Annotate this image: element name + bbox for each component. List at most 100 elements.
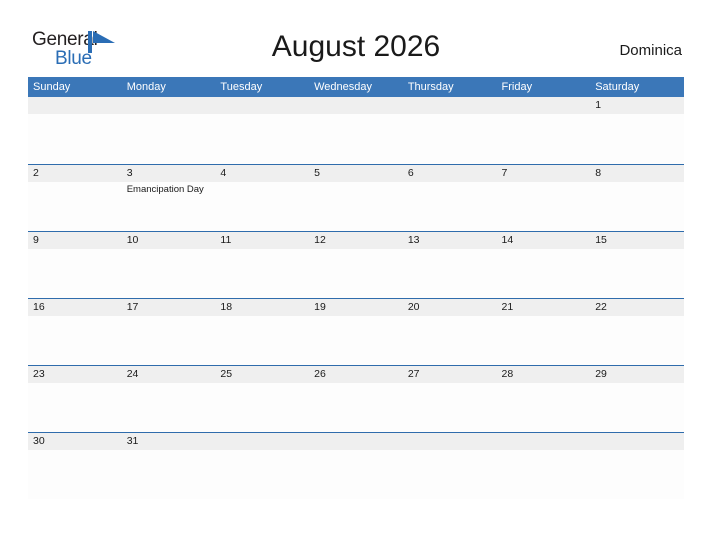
day-cell-19[interactable]: 19 — [309, 299, 403, 364]
day-number — [408, 433, 497, 450]
day-number — [220, 97, 309, 114]
day-number — [314, 433, 403, 450]
day-number — [220, 433, 309, 450]
day-cell-11[interactable]: 11 — [215, 232, 309, 297]
day-number: 21 — [501, 301, 514, 313]
weekday-header-thursday: Thursday — [407, 81, 454, 93]
day-number: 12 — [314, 234, 326, 246]
day-number: 1 — [595, 99, 602, 111]
day-cell-12[interactable]: 12 — [309, 232, 403, 297]
day-cell-empty — [403, 433, 497, 498]
day-number: 24 — [126, 368, 139, 380]
week-day-cells: 2 3 Emancipation Day 4 5 6 7 8 — [28, 165, 684, 230]
day-cell-29[interactable]: 29 — [590, 366, 684, 431]
day-cell-empty — [309, 433, 403, 498]
day-cell-25[interactable]: 25 — [215, 366, 309, 431]
page-header: General Blue August 2026 Dominica — [0, 0, 712, 76]
day-cell-14[interactable]: 14 — [497, 232, 591, 297]
day-number: 29 — [595, 368, 607, 380]
day-number: 16 — [33, 301, 45, 313]
week-day-cells: 23 24 25 26 27 28 29 — [28, 366, 684, 431]
day-number: 17 — [126, 301, 139, 313]
weekday-header-wednesday: Wednesday — [314, 81, 372, 93]
day-cell-26[interactable]: 26 — [309, 366, 403, 431]
week-day-cells: 30 31 — [28, 433, 684, 498]
day-number — [314, 97, 403, 114]
week-day-cells: 1 — [28, 97, 684, 162]
weekday-header-sunday: Sunday — [33, 81, 71, 93]
weekday-header-row: Sunday Monday Tuesday Wednesday Thursday… — [28, 77, 684, 97]
day-number: 6 — [407, 167, 414, 179]
day-cell-10[interactable]: 10 — [122, 232, 216, 297]
day-cell-27[interactable]: 27 — [403, 366, 497, 431]
day-cell-22[interactable]: 22 — [590, 299, 684, 364]
day-cell-18[interactable]: 18 — [215, 299, 309, 364]
calendar-weeks: 1 2 3 Emancipation Day 4 5 6 7 8 9 10 11 12 13 14 15 16 1… — [28, 97, 684, 499]
day-number: 20 — [407, 301, 420, 313]
day-cell-7[interactable]: 7 — [497, 165, 591, 230]
day-cell-9[interactable]: 9 — [28, 232, 122, 297]
day-number: 22 — [595, 301, 607, 313]
day-cell-empty — [215, 97, 309, 162]
day-cell-23[interactable]: 23 — [28, 366, 122, 431]
day-number: 19 — [314, 301, 326, 313]
day-cell-30[interactable]: 30 — [28, 433, 122, 498]
calendar-week-row: 23 24 25 26 27 28 29 — [28, 365, 684, 432]
day-cell-17[interactable]: 17 — [122, 299, 216, 364]
day-number: 3 — [126, 167, 133, 179]
day-cell-16[interactable]: 16 — [28, 299, 122, 364]
day-number: 28 — [501, 368, 514, 380]
day-cell-4[interactable]: 4 — [215, 165, 309, 230]
day-number: 14 — [501, 234, 514, 246]
weekday-header-monday: Monday — [126, 81, 166, 93]
week-day-cells: 16 17 18 19 20 21 22 — [28, 299, 684, 364]
day-number: 31 — [126, 435, 139, 447]
weekday-header-tuesday: Tuesday — [220, 81, 263, 93]
day-cell-empty — [590, 433, 684, 498]
day-number — [502, 97, 591, 114]
holiday-label: Emancipation Day — [126, 184, 204, 195]
day-cell-20[interactable]: 20 — [403, 299, 497, 364]
weekday-header-saturday: Saturday — [595, 81, 640, 93]
day-number: 10 — [126, 234, 139, 246]
day-cell-empty — [497, 433, 591, 498]
day-cell-3[interactable]: 3 Emancipation Day — [122, 165, 216, 230]
day-cell-5[interactable]: 5 — [309, 165, 403, 230]
calendar-week-row: 1 — [28, 97, 684, 164]
day-cell-28[interactable]: 28 — [497, 366, 591, 431]
day-number: 11 — [220, 234, 232, 246]
day-number: 25 — [220, 368, 233, 380]
day-number: 2 — [33, 167, 39, 179]
day-cell-empty — [309, 97, 403, 162]
day-number — [127, 97, 216, 114]
day-number: 26 — [314, 368, 326, 380]
day-cell-13[interactable]: 13 — [403, 232, 497, 297]
day-cell-empty — [122, 97, 216, 162]
day-cell-empty — [215, 433, 309, 498]
day-number: 9 — [33, 234, 39, 246]
day-cell-31[interactable]: 31 — [122, 433, 216, 498]
page-title: August 2026 — [271, 30, 441, 63]
day-number — [408, 97, 497, 114]
day-number: 13 — [407, 234, 420, 246]
day-number: 7 — [501, 167, 508, 179]
day-cell-1[interactable]: 1 — [590, 97, 684, 162]
day-cell-2[interactable]: 2 — [28, 165, 122, 230]
calendar-week-row: 9 10 11 12 13 14 15 — [28, 231, 684, 298]
country-label: Dominica — [619, 42, 682, 59]
day-cell-24[interactable]: 24 — [122, 366, 216, 431]
day-cell-empty — [28, 97, 122, 162]
day-number: 4 — [220, 167, 227, 179]
day-cell-15[interactable]: 15 — [590, 232, 684, 297]
day-cell-empty — [403, 97, 497, 162]
day-number — [595, 433, 684, 450]
day-cell-21[interactable]: 21 — [497, 299, 591, 364]
day-cell-6[interactable]: 6 — [403, 165, 497, 230]
day-cell-8[interactable]: 8 — [590, 165, 684, 230]
day-number: 18 — [220, 301, 233, 313]
day-number: 30 — [33, 435, 45, 447]
weekday-header-friday: Friday — [501, 81, 533, 93]
day-number: 27 — [407, 368, 420, 380]
day-number: 15 — [595, 234, 607, 246]
day-events: Emancipation Day — [127, 182, 216, 196]
